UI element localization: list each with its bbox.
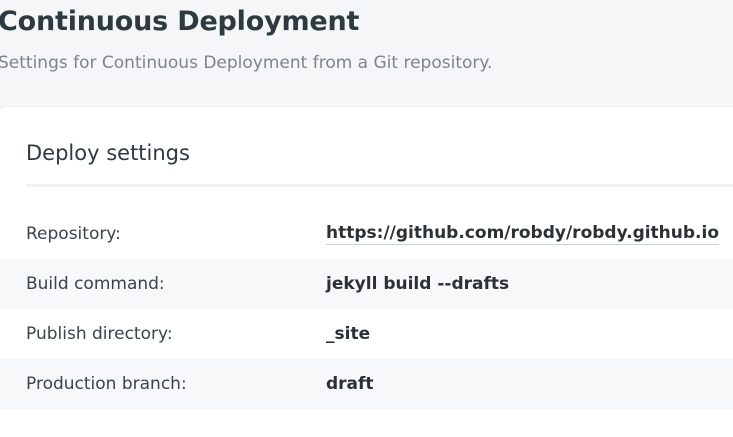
divider: [26, 184, 733, 187]
build-command-label: Build command:: [26, 274, 165, 294]
publish-directory-value: _site: [326, 324, 371, 344]
setting-row-build-command: Build command: jekyll build --drafts: [0, 259, 733, 309]
page-subtitle: Settings for Continuous Deployment from …: [0, 53, 493, 73]
repository-label: Repository:: [26, 224, 121, 244]
deploy-settings-title: Deploy settings: [26, 141, 190, 165]
deploy-settings-card: Deploy settings Repository: https://gith…: [0, 107, 733, 437]
production-branch-value: draft: [326, 374, 374, 394]
production-branch-label: Production branch:: [26, 374, 187, 394]
setting-row-repository: Repository: https://github.com/robdy/rob…: [0, 209, 733, 259]
setting-row-production-branch: Production branch: draft: [0, 359, 733, 409]
publish-directory-label: Publish directory:: [26, 324, 173, 344]
setting-row-publish-directory: Publish directory: _site: [0, 309, 733, 359]
page-title: Continuous Deployment: [0, 6, 360, 37]
settings-list: Repository: https://github.com/robdy/rob…: [0, 209, 733, 409]
build-command-value: jekyll build --drafts: [326, 274, 510, 294]
repository-link[interactable]: https://github.com/robdy/robdy.github.io: [326, 223, 720, 245]
